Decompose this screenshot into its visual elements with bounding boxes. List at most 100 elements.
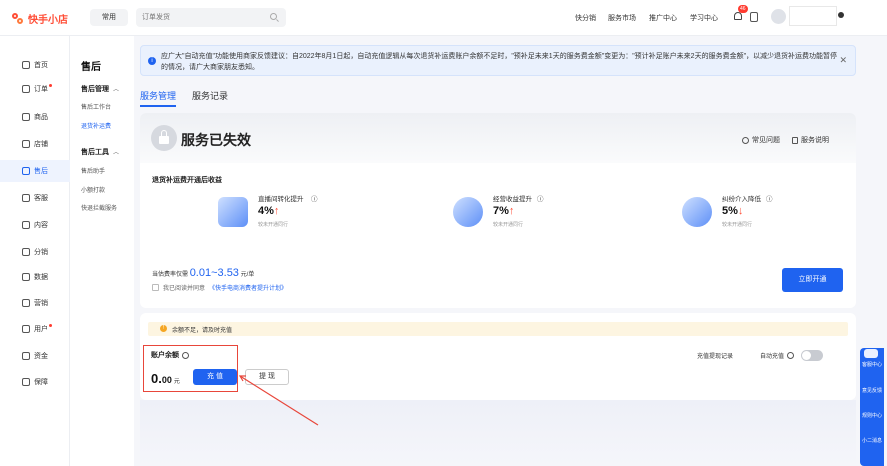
search-box[interactable]: [136, 8, 286, 27]
recharge-record-link[interactable]: 充值提现记录: [697, 351, 733, 360]
nav-item-content[interactable]: 内容: [0, 214, 70, 236]
video-camera-icon: [218, 197, 248, 227]
chat-bubble-icon: [682, 197, 712, 227]
marketing-icon: [22, 299, 30, 307]
search-input[interactable]: [136, 8, 261, 27]
assistant-avatar-icon[interactable]: [864, 349, 878, 358]
benefit-note: 较未开通同行: [493, 222, 524, 228]
device-icon[interactable]: [750, 12, 758, 22]
tab-service-manage[interactable]: 服务管理: [140, 89, 176, 102]
nav-item-orders[interactable]: 订单: [0, 78, 70, 100]
product-icon: [22, 113, 30, 121]
float-customer-service[interactable]: 客服中心: [860, 362, 884, 369]
document-icon: [792, 136, 798, 144]
notice-text: 应广大"自动充值"功能使用商家反馈建议：自2022年8月1日起，自动充值逻辑从每…: [161, 53, 838, 71]
close-icon[interactable]: ✕: [839, 55, 847, 66]
agreement-line: 我已阅读并同意 《快手电商消费者提升计划》: [152, 283, 287, 292]
float-rules[interactable]: 规则中心: [860, 413, 884, 420]
rate-line: 当估费率仅需 0.01~3.53 元/单: [152, 267, 255, 279]
nav-item-marketing[interactable]: 营销: [0, 292, 70, 314]
account-panel: ! 余额不足，请及时充值 账户余额 0.00 元 充 值 提 现 充值提现记录 自…: [140, 313, 856, 400]
home-icon: [22, 61, 30, 69]
subnav-item-small-payment[interactable]: 小额打款: [81, 185, 105, 194]
withdraw-button[interactable]: 提 现: [245, 369, 289, 385]
nav-service-market[interactable]: 服务市场: [608, 13, 636, 23]
nav-item-guarantee[interactable]: 保障: [0, 371, 70, 393]
yen-coin-icon: [453, 197, 483, 227]
question-icon: [787, 352, 795, 359]
subnav-item-quick-return-intercept[interactable]: 快退拦截服务: [81, 203, 117, 212]
nav-learning-center[interactable]: 学习中心: [690, 13, 718, 23]
benefit-label: 经营收益提升: [493, 196, 532, 203]
user-name-field[interactable]: [789, 6, 837, 26]
benefit-label: 直播间转化提升: [258, 196, 304, 203]
funds-icon: [22, 352, 30, 360]
user-menu-icon[interactable]: [838, 12, 844, 18]
open-now-button[interactable]: 立即开通: [782, 268, 843, 292]
search-icon[interactable]: [270, 13, 277, 20]
subnav-group-after-sales-tools[interactable]: 售后工具 ︿: [81, 147, 119, 157]
nav-item-funds[interactable]: 资金: [0, 345, 70, 367]
order-dot: [49, 83, 52, 87]
service-desc-link[interactable]: 服务说明: [792, 135, 829, 145]
user-icon: [22, 325, 30, 333]
app-name: 快手小店: [28, 15, 68, 26]
nav-item-distribution[interactable]: 分销: [0, 241, 70, 263]
balance-warning: ! 余额不足，请及时充值: [148, 322, 848, 336]
service-status-header: 服务已失效 常见问题 服务说明: [140, 113, 856, 163]
benefit-conversion: 直播间转化提升 ⓘ 4%↑ 较未开通同行: [218, 193, 398, 239]
after-sales-icon: [22, 167, 30, 175]
faq-link[interactable]: 常见问题: [742, 135, 780, 145]
arrow-down-icon: ↓: [737, 205, 744, 217]
nav-item-after-sales[interactable]: 售后: [0, 160, 70, 182]
subnav-item-workbench[interactable]: 售后工作台: [81, 102, 111, 111]
top-bar: 快手小店 常用 快分销 服务市场 推广中心 学习中心 46: [0, 0, 887, 36]
auto-recharge-toggle[interactable]: [801, 350, 823, 361]
float-feedback[interactable]: 意见反馈: [860, 388, 884, 395]
info-icon: i: [148, 57, 156, 65]
nav-item-store[interactable]: 店铺: [0, 133, 70, 155]
user-dot: [49, 323, 52, 327]
nav-item-home[interactable]: 首页: [0, 54, 70, 76]
benefit-value: 7%↑: [493, 205, 515, 217]
subnav-title: 售后: [81, 62, 101, 73]
secondary-navigation: 售后 售后管理 ︿ 售后工作台 退货补运费 售后工具 ︿ 售后助手 小额打款 快退拦…: [70, 36, 134, 466]
float-messages[interactable]: 小二消息: [860, 438, 884, 445]
lock-icon: [151, 125, 177, 151]
arrow-up-icon: ↑: [508, 205, 515, 217]
service-status-title: 服务已失效: [181, 132, 251, 148]
avatar[interactable]: [771, 9, 786, 24]
content-icon: [22, 221, 30, 229]
distribution-icon: [22, 248, 30, 256]
agree-checkbox[interactable]: [152, 284, 159, 291]
subnav-item-return-shipping[interactable]: 退货补运费: [81, 121, 111, 130]
info-circle-icon: ⓘ: [766, 196, 773, 203]
benefit-dispute: 纠纷介入降低 ⓘ 5%↓ 较未开通同行: [682, 193, 856, 239]
subnav-group-after-sales-manage[interactable]: 售后管理 ︿: [81, 84, 119, 94]
auto-recharge-label: 自动充值: [760, 351, 795, 360]
background-fade: [140, 400, 856, 466]
subnav-item-assistant[interactable]: 售后助手: [81, 166, 105, 175]
question-icon: [742, 136, 749, 144]
warning-text: 余额不足，请及时充值: [172, 328, 233, 334]
common-menu-button[interactable]: 常用: [90, 9, 128, 26]
nav-item-data[interactable]: 数据: [0, 266, 70, 288]
tab-service-record[interactable]: 服务记录: [192, 89, 228, 102]
annotation-highlight-box: [143, 345, 238, 392]
store-icon: [22, 140, 30, 148]
notification-badge: 46: [738, 5, 748, 13]
nav-item-users[interactable]: 用户: [0, 318, 70, 340]
benefit-value: 5%↓: [722, 205, 744, 217]
agreement-link[interactable]: 《快手电商消费者提升计划》: [209, 283, 287, 292]
data-icon: [22, 273, 30, 281]
notice-banner: i 应广大"自动充值"功能使用商家反馈建议：自2022年8月1日起，自动充值逻辑…: [140, 45, 856, 76]
left-navigation: 首页 订单 商品 店铺 售后 客服 内容 分销 数据 营销 用户 资金 保障: [0, 36, 70, 466]
nav-kuaifenxiao[interactable]: 快分销: [575, 13, 596, 23]
benefit-note: 较未开通同行: [722, 222, 753, 228]
nav-item-customer-service[interactable]: 客服: [0, 187, 70, 209]
app-logo[interactable]: 快手小店: [12, 11, 68, 26]
nav-promotion-center[interactable]: 推广中心: [649, 13, 677, 23]
nav-item-products[interactable]: 商品: [0, 106, 70, 128]
order-icon: [22, 85, 30, 93]
info-circle-icon: ⓘ: [537, 196, 544, 203]
